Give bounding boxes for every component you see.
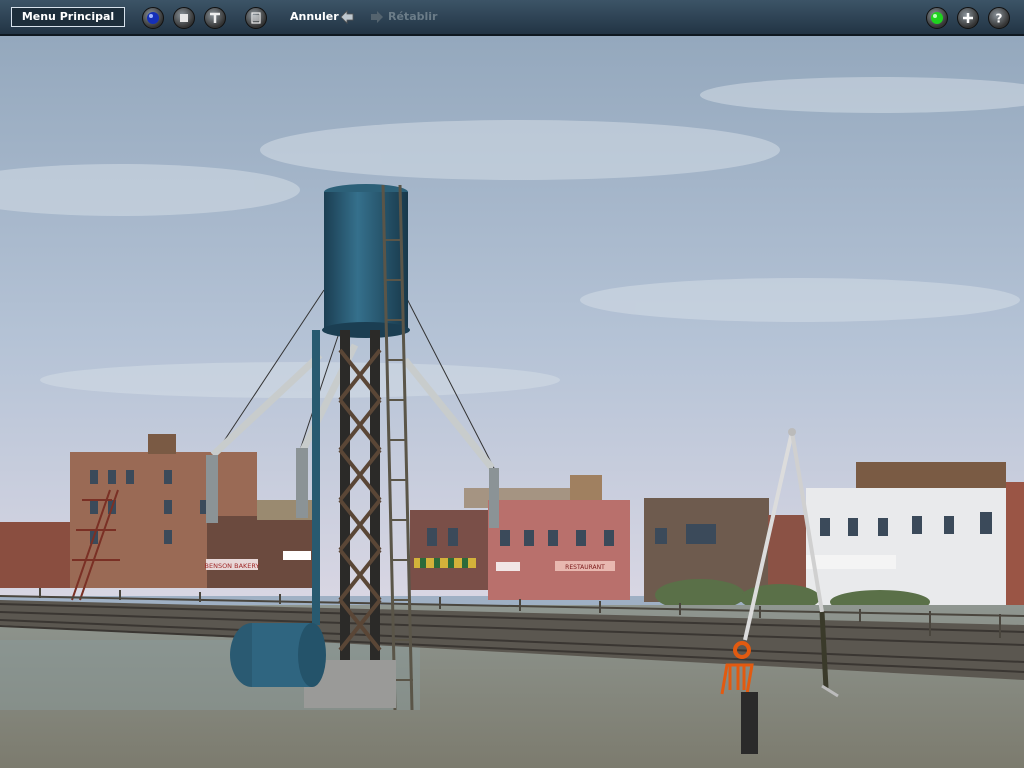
help-button[interactable]: ?	[988, 7, 1010, 29]
status-light-button[interactable]	[926, 7, 948, 29]
3d-viewport[interactable]: BENSON BAKERY RESTAURANT	[0, 36, 1024, 768]
view-icon	[147, 12, 159, 24]
stop-button[interactable]	[173, 7, 195, 29]
help-icon: ?	[996, 12, 1003, 26]
stop-icon	[180, 14, 188, 22]
undo-arrow-icon[interactable]	[339, 9, 355, 25]
wrench-icon	[210, 12, 220, 23]
delete-icon	[251, 12, 261, 24]
delete-button[interactable]	[245, 7, 267, 29]
view-mode-button[interactable]	[142, 7, 164, 29]
tools-button[interactable]	[204, 7, 226, 29]
add-icon	[963, 13, 973, 23]
restaurant-sign: RESTAURANT	[565, 564, 605, 571]
status-light-icon	[931, 12, 943, 24]
redo-arrow-icon	[371, 11, 383, 23]
top-toolbar: Menu Principal Annuler Rétablir ?	[0, 0, 1024, 36]
undo-label[interactable]: Annuler	[290, 10, 339, 23]
bakery-sign: BENSON BAKERY	[205, 562, 260, 570]
redo-label: Rétablir	[388, 10, 438, 23]
svg-text:?: ?	[996, 12, 1003, 26]
main-menu-button[interactable]: Menu Principal	[11, 7, 125, 27]
add-button[interactable]	[957, 7, 979, 29]
